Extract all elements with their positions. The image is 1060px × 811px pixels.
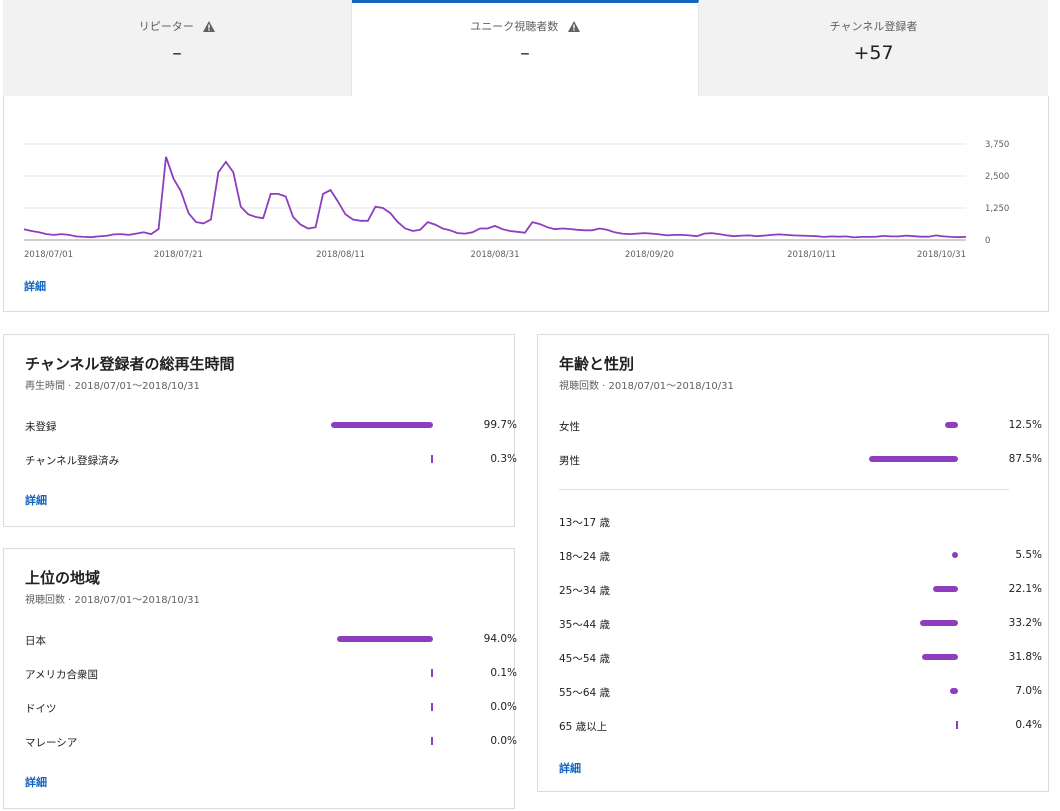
row-value: 0.4% (1015, 719, 1042, 731)
row-value: 94.0% (483, 633, 517, 645)
row-value: 31.8% (1008, 651, 1042, 663)
row-value: 33.2% (1008, 617, 1042, 629)
row-value: 0.1% (490, 667, 517, 679)
age-gender-card: 年齢と性別 視聴回数 · 2018/07/01〜2018/10/31 女性 12.… (537, 334, 1049, 792)
x-tick-label: 2018/07/21 (154, 250, 203, 260)
metric-value: – (520, 42, 530, 64)
age-gender-details-link[interactable]: 詳細 (559, 760, 581, 776)
row-label: マレーシア (25, 737, 78, 749)
card-title: 上位の地域 (25, 569, 101, 587)
row-value: 0.0% (490, 701, 517, 713)
watch-time-details-link[interactable]: 詳細 (25, 492, 47, 508)
y-tick-label: 2,500 (985, 172, 1009, 182)
row-bar (431, 669, 433, 677)
row-bar (932, 586, 958, 592)
row-label: アメリカ合衆国 (25, 669, 98, 681)
divider (559, 489, 1009, 490)
row-label: 日本 (25, 635, 46, 647)
row-bar (945, 422, 958, 428)
row-label: チャンネル登録済み (25, 455, 120, 467)
series-line (23, 156, 967, 239)
row-bar (868, 456, 958, 462)
row-value: 5.5% (1015, 549, 1042, 561)
row-value: 22.1% (1008, 583, 1042, 595)
row-label: 35〜44 歳 (559, 619, 611, 631)
row-label: 未登録 (25, 421, 57, 433)
card-subtitle: 視聴回数 · 2018/07/01〜2018/10/31 (559, 381, 734, 392)
warning-icon (567, 21, 580, 32)
row-label: 女性 (559, 421, 580, 433)
metric-tab-unique-viewers[interactable]: ユニーク視聴者数 – (352, 0, 699, 96)
row-label: ドイツ (25, 703, 57, 715)
row-bar (950, 688, 958, 694)
x-tick-label: 2018/10/31 (917, 250, 966, 260)
row-bar (431, 737, 433, 745)
row-bar (337, 636, 433, 642)
row-bar (331, 422, 433, 428)
row-bar (431, 455, 433, 463)
card-subtitle: 視聴回数 · 2018/07/01〜2018/10/31 (25, 595, 200, 606)
x-tick-label: 2018/08/11 (316, 250, 365, 260)
row-value: 0.0% (490, 735, 517, 747)
x-tick-label: 2018/08/31 (471, 250, 520, 260)
metric-value: – (172, 42, 182, 64)
x-tick-label: 2018/09/20 (625, 250, 674, 260)
row-bar (920, 620, 958, 626)
metric-title: リピーター (3, 18, 351, 34)
main-details-link[interactable]: 詳細 (24, 278, 46, 294)
row-label: 55〜64 歳 (559, 687, 611, 699)
y-tick-label: 1,250 (985, 204, 1009, 214)
card-subtitle: 再生時間 · 2018/07/01〜2018/10/31 (25, 381, 200, 392)
row-label: 25〜34 歳 (559, 585, 611, 597)
row-bar (431, 703, 433, 711)
line-chart: 3,7502,5001,2500 2018/07/01 2018/07/21 201… (23, 140, 1009, 260)
y-tick-label: 0 (985, 236, 990, 246)
row-label: 男性 (559, 455, 580, 467)
row-label: 45〜54 歳 (559, 653, 611, 665)
metric-title: ユニーク視聴者数 (352, 18, 698, 34)
metric-tab-repeaters[interactable]: リピーター – (3, 0, 352, 96)
x-tick-label: 2018/10/11 (787, 250, 836, 260)
y-tick-label: 3,750 (985, 140, 1009, 150)
row-value: 12.5% (1008, 419, 1042, 431)
row-value: 99.7% (483, 419, 517, 431)
card-title: チャンネル登録者の総再生時間 (25, 355, 235, 373)
card-title: 年齢と性別 (559, 355, 635, 373)
regions-details-link[interactable]: 詳細 (25, 774, 47, 790)
row-label: 18〜24 歳 (559, 551, 611, 563)
row-bar (956, 721, 958, 729)
row-bar (951, 552, 958, 558)
x-tick-label: 2018/07/01 (24, 250, 73, 260)
row-label: 65 歳以上 (559, 721, 608, 733)
row-value: 7.0% (1015, 685, 1042, 697)
regions-card: 上位の地域 視聴回数 · 2018/07/01〜2018/10/31 日本 94.… (3, 548, 517, 809)
row-value: 0.3% (490, 453, 517, 465)
row-bar (921, 654, 958, 660)
metric-tab-subscribers[interactable]: チャンネル登録者 +57 (699, 0, 1048, 96)
x-axis-ticks: 2018/07/01 2018/07/21 2018/08/11 2018/08/31… (24, 250, 966, 260)
watch-time-card: チャンネル登録者の総再生時間 再生時間 · 2018/07/01〜2018/10… (3, 334, 517, 527)
row-label: 13〜17 歳 (559, 517, 611, 529)
warning-icon (203, 21, 216, 32)
row-value: 87.5% (1008, 453, 1042, 465)
metric-value: +57 (853, 42, 894, 64)
metric-title: チャンネル登録者 (829, 20, 918, 33)
y-axis-ticks: 3,750 2,500 1,250 0 (985, 140, 1009, 246)
